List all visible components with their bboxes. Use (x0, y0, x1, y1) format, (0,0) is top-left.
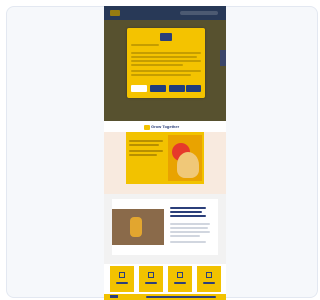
story-text-line (170, 231, 210, 233)
service-icon (119, 272, 125, 278)
story-card[interactable] (112, 199, 218, 255)
brand-icon (144, 125, 150, 130)
story-heading (170, 211, 202, 213)
dialog-text-line (131, 52, 201, 54)
promo-banner[interactable] (126, 132, 204, 184)
cookie-settings-button[interactable] (131, 85, 147, 92)
website-screenshot: Grow Together (104, 6, 226, 300)
promo-text-line (129, 150, 163, 152)
dialog-text-line (131, 70, 201, 72)
service-tile[interactable] (110, 266, 134, 292)
brand-strip: Grow Together (104, 122, 226, 132)
story-text-line (170, 235, 200, 237)
promo-heading (129, 144, 159, 146)
story-text-line (170, 241, 206, 243)
service-tile[interactable] (168, 266, 192, 292)
story-heading (170, 215, 206, 217)
service-icon (177, 272, 183, 278)
story-text-line (170, 223, 210, 225)
service-icon (148, 272, 154, 278)
decline-button[interactable] (150, 85, 166, 92)
promo-text-line (129, 154, 157, 156)
service-tiles (108, 266, 222, 294)
promo-heading (129, 140, 163, 142)
service-icon (206, 272, 212, 278)
story-image-detail (130, 217, 142, 237)
service-label (203, 282, 215, 284)
story-text-line (170, 227, 208, 229)
dialog-title (131, 44, 159, 46)
accept-selected-button[interactable] (169, 85, 185, 92)
service-tile[interactable] (139, 266, 163, 292)
footer-bar (104, 294, 226, 300)
promo-person-image (177, 152, 199, 178)
service-label (145, 282, 157, 284)
footer-links[interactable] (146, 296, 216, 298)
service-tile[interactable] (197, 266, 221, 292)
dialog-text-line (131, 60, 201, 62)
dialog-logo (160, 33, 172, 41)
dialog-text-line (131, 64, 183, 66)
service-label (116, 282, 128, 284)
dialog-text-line (131, 74, 191, 76)
dialog-text-line (131, 56, 197, 58)
accept-all-button[interactable] (186, 85, 201, 92)
brand-tagline: Grow Together (151, 124, 180, 129)
cookie-consent-dialog (127, 28, 205, 98)
story-heading (170, 207, 206, 209)
footer-logo[interactable] (110, 295, 118, 298)
service-label (174, 282, 186, 284)
